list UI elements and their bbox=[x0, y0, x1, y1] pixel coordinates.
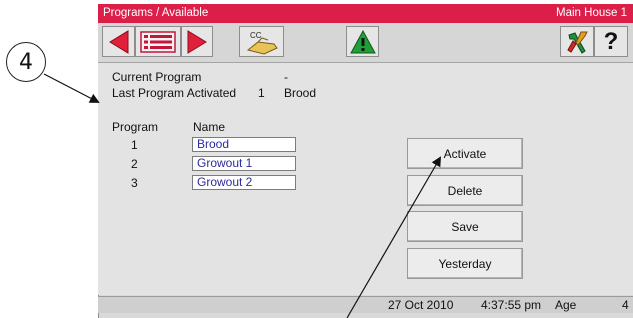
cc-hand-icon: CC bbox=[246, 31, 278, 55]
toolbar: CC ? bbox=[98, 23, 633, 63]
warning-icon bbox=[349, 29, 376, 53]
house-name: Main House 1 bbox=[556, 7, 627, 19]
last-activated-number: 1 bbox=[258, 86, 265, 100]
tools-icon bbox=[567, 31, 588, 54]
last-activated-name: Brood bbox=[284, 86, 317, 100]
program-list-button[interactable] bbox=[135, 26, 181, 57]
help-button[interactable]: ? bbox=[594, 26, 628, 57]
help-icon: ? bbox=[603, 27, 619, 55]
current-program-label: Current Program bbox=[112, 70, 202, 84]
age-label: Age bbox=[555, 298, 577, 312]
program-name-field[interactable]: Growout 2 bbox=[192, 175, 296, 190]
cc-text: CC bbox=[250, 31, 262, 40]
program-number: 3 bbox=[131, 176, 138, 190]
name-column-header: Name bbox=[193, 120, 226, 134]
activate-button[interactable]: Activate bbox=[407, 138, 523, 169]
yesterday-button[interactable]: Yesterday bbox=[407, 248, 523, 279]
page-title: Programs / Available bbox=[103, 7, 209, 19]
alarm-button[interactable] bbox=[346, 26, 379, 57]
delete-button[interactable]: Delete bbox=[407, 175, 523, 206]
program-name-field[interactable]: Growout 1 bbox=[192, 156, 296, 171]
status-bar: 27 Oct 2010 4:37:55 pm Age 4 bbox=[98, 296, 633, 313]
status-time: 4:37:55 pm bbox=[481, 298, 542, 312]
callout-number: 4 bbox=[6, 42, 46, 82]
next-button[interactable] bbox=[181, 26, 213, 57]
program-number: 1 bbox=[131, 138, 138, 152]
last-activated-label: Last Program Activated bbox=[112, 86, 237, 100]
cc-button[interactable]: CC bbox=[239, 26, 284, 57]
arrow-left-icon bbox=[108, 29, 128, 54]
current-program-value: - bbox=[284, 70, 288, 84]
arrow-right-icon bbox=[187, 29, 207, 54]
program-number: 2 bbox=[131, 157, 138, 171]
program-name-field[interactable]: Brood bbox=[192, 137, 296, 152]
tools-button[interactable] bbox=[560, 26, 594, 57]
title-bar: Programs / Available Main House 1 bbox=[98, 4, 633, 23]
callout-arrow-info bbox=[43, 73, 100, 103]
previous-button[interactable] bbox=[102, 26, 135, 57]
status-date: 27 Oct 2010 bbox=[388, 298, 454, 312]
program-column-header: Program bbox=[112, 120, 159, 134]
age-value: 4 bbox=[622, 298, 629, 312]
list-icon bbox=[140, 30, 176, 53]
save-button[interactable]: Save bbox=[407, 211, 523, 242]
